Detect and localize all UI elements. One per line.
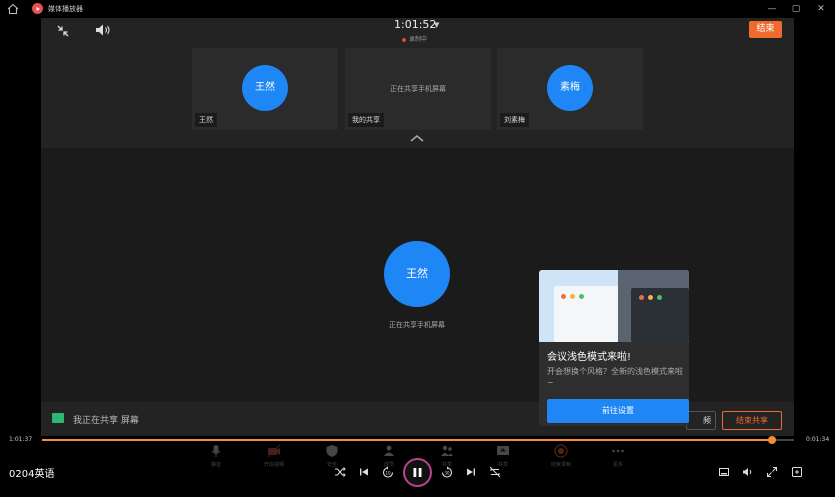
progress-knob[interactable] [768,436,777,444]
more-dots-icon [612,449,624,453]
miniplayer-icon[interactable] [718,466,730,478]
maximize-button[interactable]: ▢ [790,3,802,15]
rewind-icon[interactable]: 10 [382,466,394,478]
close-button[interactable]: ✕ [815,3,827,15]
minimize-button[interactable]: — [766,3,778,15]
toolbar-security[interactable]: 安全 [310,444,354,468]
volume-icon[interactable] [742,466,754,478]
play-pause-button[interactable] [403,458,432,487]
toolbar-share[interactable]: 共享 [425,444,469,468]
video-off-icon [267,444,281,458]
progress-fill [42,439,773,441]
avatar: 素梅 [547,65,593,111]
repeat-off-icon[interactable] [489,466,501,478]
toolbar-stop-recording[interactable]: 结束录制 [539,444,583,468]
toolbar-label: 开启视频 [263,462,284,468]
progress-bar[interactable] [42,436,794,444]
shield-icon [326,445,338,457]
main-avatar: 王然 [384,241,450,307]
elapsed-time: 1:01:37 [9,436,33,443]
record-stop-icon [554,444,568,458]
avatar: 王然 [242,65,288,111]
members-icon [384,445,394,456]
participant-tile[interactable]: 王然 王然 [192,48,338,130]
light-window-preview [554,286,618,342]
media-filename: 0204英语 [9,469,55,480]
caret-down-icon[interactable]: ▼ [434,21,439,29]
svg-text:10: 10 [385,471,391,476]
total-time: 0:01:34 [806,436,830,443]
share-status: 我正在共享 屏幕 [73,416,139,426]
main-caption: 正在共享手机屏幕 [389,321,445,329]
frame-button[interactable]: 频 [686,411,716,430]
participant-name: 刘素梅 [500,113,529,127]
home-icon[interactable] [7,3,19,15]
previous-track-icon[interactable] [358,466,370,478]
participant-name: 王然 [195,113,217,127]
toolbar-more[interactable]: 更多 [596,444,640,468]
end-meeting-button[interactable]: 结束 [749,21,782,38]
share-status-text: 正在共享手机屏幕 [390,85,446,93]
toolbar-label: 静音 [210,462,221,468]
share-screen-icon [441,445,453,456]
record-dot-icon [402,37,406,42]
toolbar-video[interactable]: 开启视频 [252,444,296,468]
meeting-timer[interactable]: 1:01:52 [394,18,436,31]
app-icon [32,3,43,14]
more-options-icon[interactable] [791,466,803,478]
light-mode-popup: 会议浅色模式来啦! 开会想换个风格？全新的浅色模式来啦~ 前往设置 [539,270,689,426]
share-tile[interactable]: 正在共享手机屏幕 我的共享 [345,48,491,130]
toolbar-label: 安全 [326,462,337,468]
fullscreen-icon[interactable] [766,466,778,478]
toolbar-screen[interactable]: 共享 [481,444,525,468]
end-share-button[interactable]: 结束共享 [722,411,782,430]
popup-description: 开会想换个风格？全新的浅色模式来啦~ [547,367,683,387]
toolbar-label: 共享 [497,462,508,468]
participant-name: 我的共享 [348,113,384,127]
svg-text:30: 30 [444,471,450,476]
speaker-icon[interactable] [95,23,111,37]
popup-title: 会议浅色模式来啦! [547,352,632,363]
window-title: 媒体播放器 [48,5,83,13]
screen-share-icon [52,413,64,423]
next-track-icon[interactable] [465,466,477,478]
toolbar-label: 结束录制 [550,462,571,468]
forward-icon[interactable]: 30 [441,466,453,478]
toolbar-label: 更多 [612,462,623,468]
shuffle-icon[interactable] [334,466,346,478]
recording-label: 录制中 [409,36,428,43]
exit-fullscreen-icon[interactable] [56,24,70,38]
title-bar: 媒体播放器 — ▢ ✕ [0,0,835,18]
screen-icon [497,446,509,455]
microphone-icon [211,445,221,457]
dark-window-preview [631,288,689,342]
participant-tile[interactable]: 素梅 刘素梅 [497,48,643,130]
theme-preview-image [539,270,689,342]
toolbar-mute[interactable]: 静音 [194,444,238,468]
go-to-settings-button[interactable]: 前往设置 [547,399,689,423]
chevron-up-icon[interactable] [409,134,425,142]
recording-indicator: 录制中 [402,34,427,43]
pause-icon [413,468,422,477]
